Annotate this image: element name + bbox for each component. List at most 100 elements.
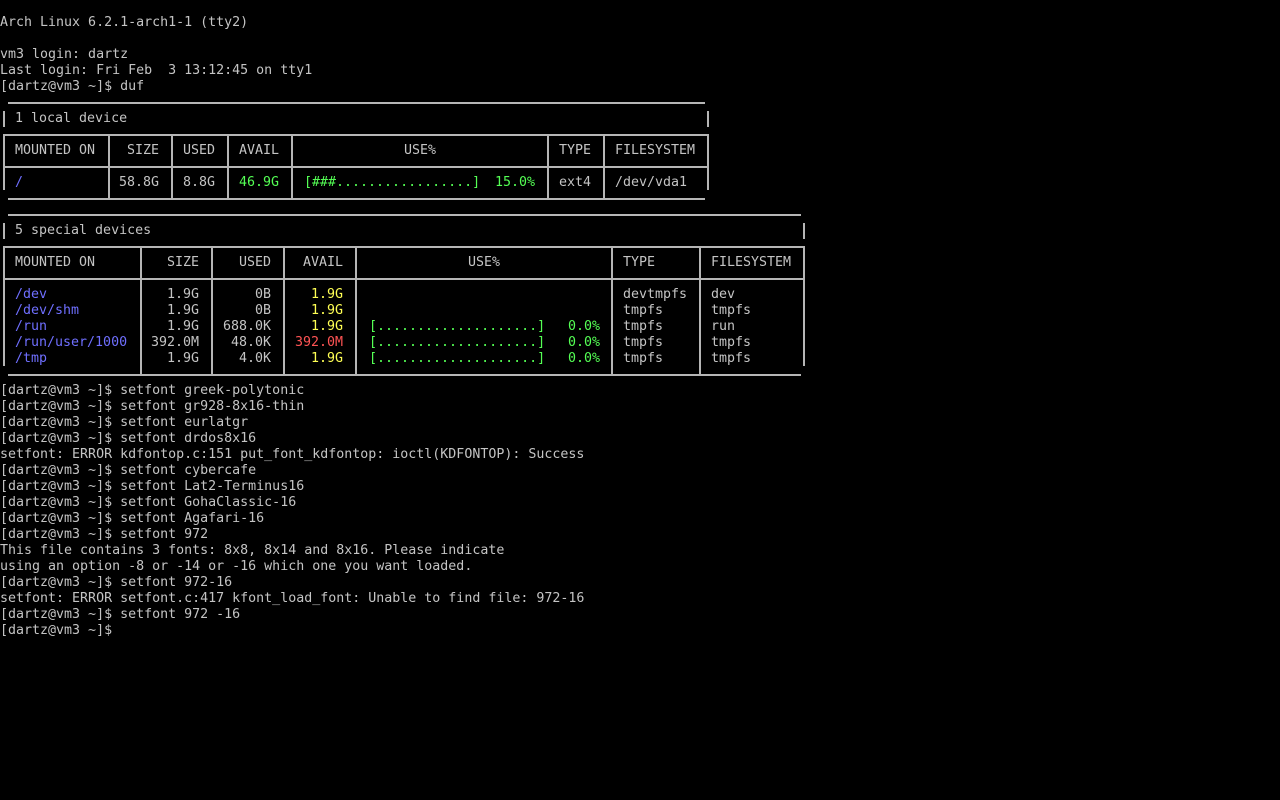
filesystem: tmpfs	[711, 351, 752, 366]
usage-bar: [###.................]	[304, 175, 481, 190]
usage-percent	[545, 303, 600, 319]
history-line: [dartz@vm3 ~]$ setfont 972	[0, 527, 209, 542]
special-col-divider	[611, 248, 613, 374]
history-line: [dartz@vm3 ~]$ setfont Lat2-Terminus16	[0, 479, 305, 494]
mount-point: /dev/shm	[15, 303, 80, 318]
size-value: 392.0M	[150, 335, 199, 350]
local-table-title: 1 local device	[15, 111, 128, 126]
history-line: [dartz@vm3 ~]$ setfont cybercafe	[0, 463, 257, 478]
local-header-used: USED	[182, 143, 215, 158]
usage-bar: [....................]	[369, 319, 546, 334]
size-value: 1.9G	[166, 287, 199, 302]
login-line: vm3 login: dartz	[0, 47, 129, 62]
usage-bar: [....................]	[369, 335, 546, 350]
avail-value: 46.9G	[238, 175, 279, 190]
size-value: 1.9G	[166, 351, 199, 366]
avail-value: 1.9G	[310, 351, 343, 366]
local-left-border	[3, 136, 5, 190]
special-header-mounted-on: MOUNTED ON	[15, 255, 96, 270]
local-header-type: TYPE	[559, 143, 592, 158]
local-right-border-title	[707, 111, 709, 127]
filesystem: tmpfs	[711, 335, 752, 350]
output-line: using an option -8 or -14 or -16 which o…	[0, 559, 473, 574]
used-value: 688.0K	[222, 319, 271, 334]
local-header-size: SIZE	[126, 143, 159, 158]
special-top-border	[8, 214, 801, 216]
fs-type: ext4	[559, 175, 592, 190]
used-value: 8.8G	[182, 175, 215, 190]
size-value: 58.8G	[118, 175, 159, 190]
history-line: [dartz@vm3 ~]$ setfont 972-16	[0, 575, 233, 590]
local-left-border-title	[3, 111, 5, 127]
avail-value: 1.9G	[310, 287, 343, 302]
mount-point: /run	[15, 319, 48, 334]
prompt-line[interactable]: [dartz@vm3 ~]$	[0, 623, 112, 639]
history-line: [dartz@vm3 ~]$ setfont eurlatgr	[0, 415, 249, 430]
special-col-divider	[699, 248, 701, 374]
history-line: [dartz@vm3 ~]$ setfont Agafari-16	[0, 511, 265, 526]
local-header-avail: AVAIL	[238, 143, 279, 158]
error-line: setfont: ERROR setfont.c:417 kfont_load_…	[0, 591, 585, 606]
history-line: [dartz@vm3 ~]$ setfont drdos8x16	[0, 431, 257, 446]
history-line: [dartz@vm3 ~]$ setfont gr928-8x16-thin	[0, 399, 305, 414]
local-header-separator	[3, 166, 709, 168]
fs-type: tmpfs	[623, 335, 664, 350]
fs-type: tmpfs	[623, 351, 664, 366]
local-top-border	[8, 102, 705, 104]
mount-point: /	[15, 175, 24, 190]
fs-type: tmpfs	[623, 319, 664, 334]
avail-value: 1.9G	[310, 303, 343, 318]
filesystem: run	[711, 319, 736, 334]
special-header-avail: AVAIL	[302, 255, 343, 270]
special-title-separator	[3, 246, 805, 248]
local-header-mounted-on: MOUNTED ON	[15, 143, 96, 158]
local-bottom-border	[8, 198, 705, 200]
special-right-border	[803, 248, 805, 366]
special-table-title: 5 special devices	[15, 223, 152, 238]
fs-type: tmpfs	[623, 303, 664, 318]
mount-point: /dev	[15, 287, 48, 302]
output-line: This file contains 3 fonts: 8x8, 8x14 an…	[0, 543, 505, 558]
filesystem: dev	[711, 287, 736, 302]
special-bottom-border	[8, 374, 801, 376]
usage-percent	[545, 287, 600, 303]
special-left-border-title	[3, 223, 5, 239]
usage-percent: 0.0%	[567, 319, 600, 334]
mount-point: /run/user/1000	[15, 335, 128, 350]
filesystem: /dev/vda1	[615, 175, 688, 190]
local-right-border	[707, 136, 709, 190]
avail-value: 1.9G	[310, 319, 343, 334]
used-value: 0B	[254, 303, 271, 318]
history-line: [dartz@vm3 ~]$ setfont GohaClassic-16	[0, 495, 297, 510]
usage-percent: 15.0%	[494, 175, 535, 190]
local-header-filesystem: FILESYSTEM	[615, 143, 696, 158]
terminal-screen[interactable]: Arch Linux 6.2.1-arch1-1 (tty2) vm3 logi…	[0, 0, 1280, 800]
special-left-border	[3, 248, 5, 366]
usage-bar: [....................]	[369, 351, 546, 366]
special-header-type: TYPE	[623, 255, 656, 270]
last-login-line: Last login: Fri Feb 3 13:12:45 on tty1	[0, 63, 313, 78]
special-right-border-title	[803, 223, 805, 239]
fs-type: devtmpfs	[623, 287, 688, 302]
special-header-filesystem: FILESYSTEM	[711, 255, 792, 270]
history-line: [dartz@vm3 ~]$ setfont 972 -16	[0, 607, 241, 622]
usage-percent: 0.0%	[567, 351, 600, 366]
special-header-separator	[3, 278, 805, 280]
used-value: 0B	[254, 287, 271, 302]
special-header-use-pct: USE%	[467, 255, 501, 270]
special-header-size: SIZE	[166, 255, 199, 270]
duf-command-line: [dartz@vm3 ~]$ duf	[0, 79, 145, 94]
error-line: setfont: ERROR kdfontop.c:151 put_font_k…	[0, 447, 585, 462]
banner-line: Arch Linux 6.2.1-arch1-1 (tty2)	[0, 15, 249, 30]
avail-value: 392.0M	[294, 335, 343, 350]
used-value: 48.0K	[230, 335, 271, 350]
special-header-used: USED	[238, 255, 271, 270]
size-value: 1.9G	[166, 303, 199, 318]
local-header-use-pct: USE%	[403, 143, 437, 158]
history-line: [dartz@vm3 ~]$ setfont greek-polytonic	[0, 383, 305, 398]
size-value: 1.9G	[166, 319, 199, 334]
usage-percent: 0.0%	[567, 335, 600, 350]
used-value: 4.0K	[238, 351, 271, 366]
filesystem: tmpfs	[711, 303, 752, 318]
mount-point: /tmp	[15, 351, 48, 366]
